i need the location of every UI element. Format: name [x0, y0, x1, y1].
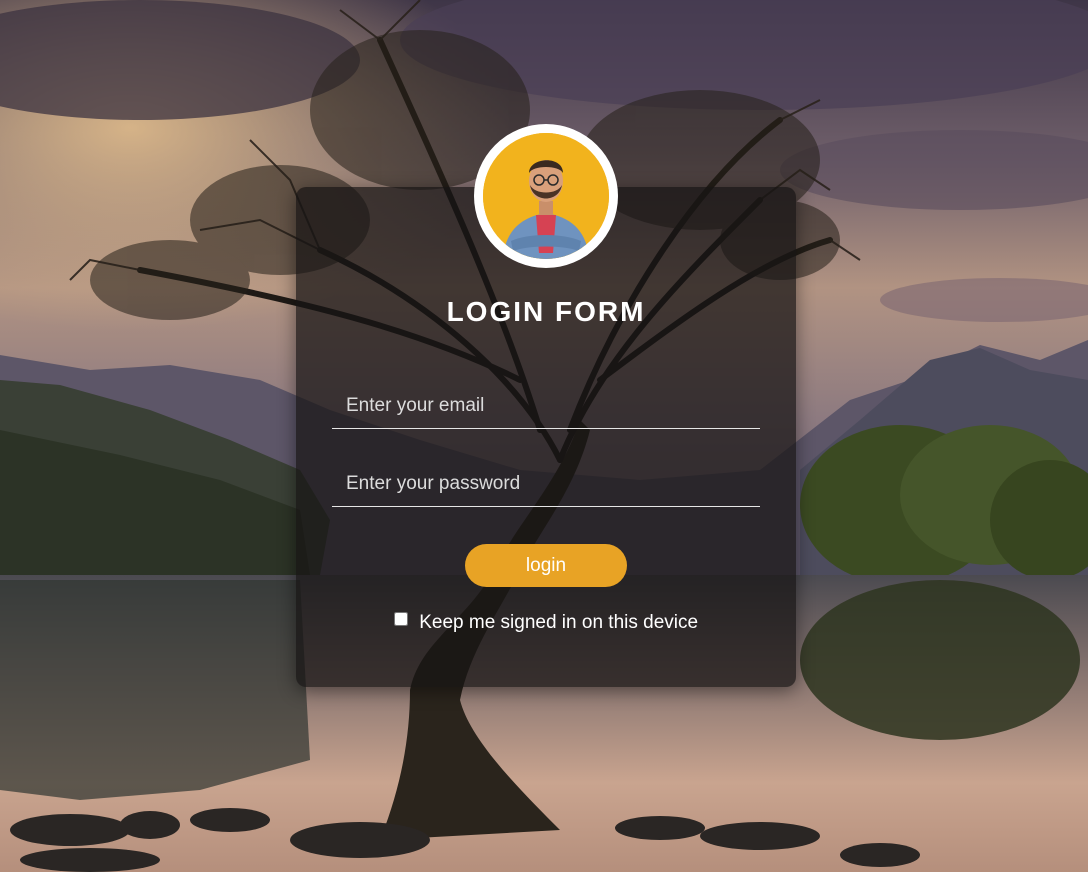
user-avatar-icon: [483, 133, 609, 259]
email-field[interactable]: [332, 383, 760, 429]
page-title: LOGIN FORM: [446, 296, 646, 327]
login-button[interactable]: login: [465, 544, 627, 587]
password-field[interactable]: [332, 461, 760, 507]
avatar: [474, 124, 618, 268]
remember-me: Keep me signed in on this device: [296, 612, 796, 634]
remember-checkbox[interactable]: [393, 612, 408, 626]
remember-label: Keep me signed in on this device: [419, 612, 699, 633]
